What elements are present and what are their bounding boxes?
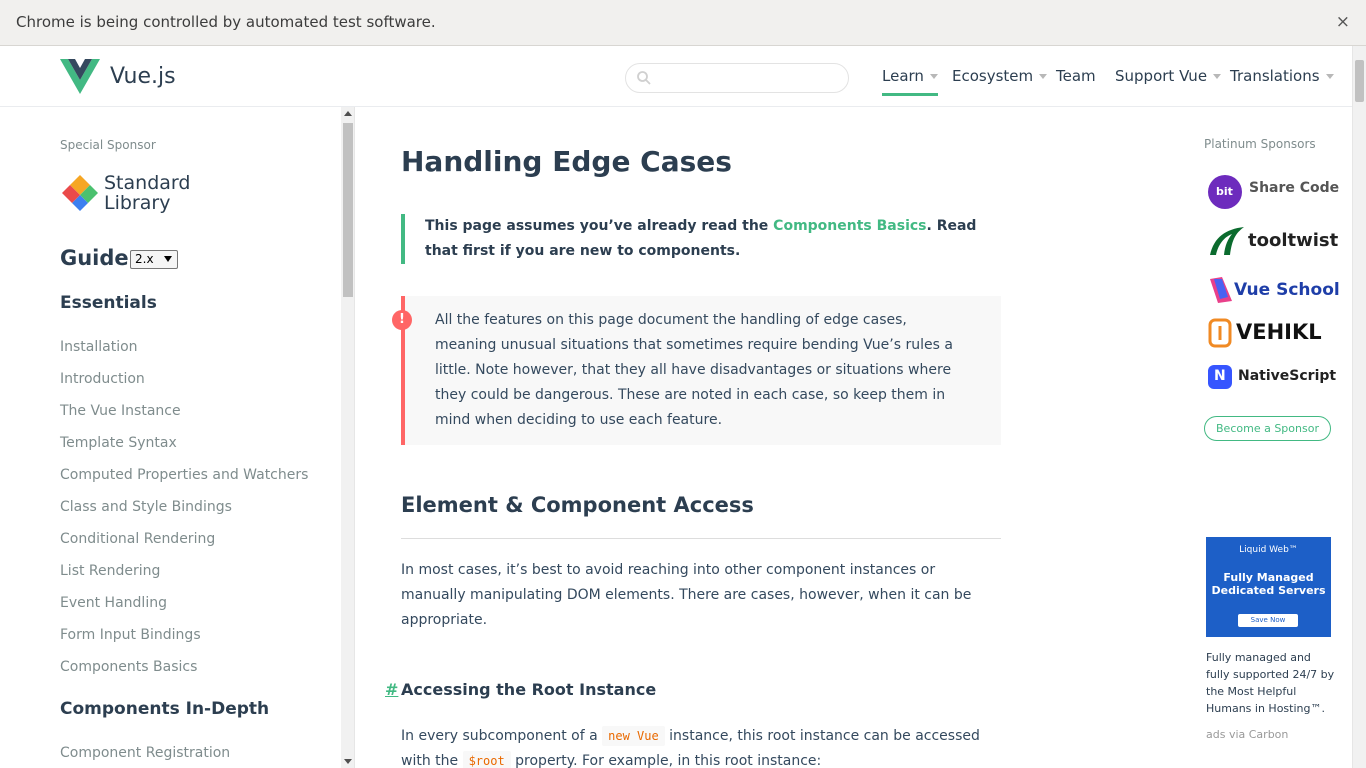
chevron-down-icon bbox=[1213, 74, 1222, 79]
platinum-sponsors-label: Platinum Sponsors bbox=[1204, 137, 1316, 151]
sidebar-item-list-rendering[interactable]: List Rendering bbox=[60, 563, 160, 579]
site-header: Vue.js Learn Ecosystem Team Support Vue … bbox=[0, 46, 1352, 107]
section-components-in-depth: Components In-Depth bbox=[60, 699, 270, 719]
sponsors-column: Platinum Sponsors bit Share Code tooltwi… bbox=[1180, 107, 1350, 768]
sub-para-text1: In every subcomponent of a bbox=[401, 728, 603, 744]
sponsor-nativescript-name: NativeScript bbox=[1238, 368, 1337, 384]
sponsor-bit-name: Share Code bbox=[1249, 180, 1340, 196]
scroll-up-icon[interactable] bbox=[344, 111, 352, 116]
sidebar-item-class-style[interactable]: Class and Style Bindings bbox=[60, 499, 232, 515]
nav-learn[interactable]: Learn bbox=[882, 67, 938, 96]
sidebar-item-conditional[interactable]: Conditional Rendering bbox=[60, 531, 215, 547]
tip-text: This page assumes you’ve already read th… bbox=[425, 214, 1001, 264]
close-icon[interactable]: × bbox=[1336, 12, 1350, 32]
sponsor-vueschool-name: Vue School bbox=[1234, 280, 1340, 300]
sub-para-text3: property. For example, in this root inst… bbox=[510, 753, 822, 768]
vueschool-logo-icon bbox=[1210, 277, 1232, 303]
guide-title: Guide bbox=[60, 246, 129, 270]
sidebar-item-template-syntax[interactable]: Template Syntax bbox=[60, 435, 177, 451]
nav-team-label: Team bbox=[1056, 67, 1096, 85]
sidebar-item-form-input[interactable]: Form Input Bindings bbox=[60, 627, 201, 643]
nav-support-label: Support Vue bbox=[1115, 67, 1208, 85]
nav-learn-label: Learn bbox=[882, 67, 924, 85]
sidebar-item-computed[interactable]: Computed Properties and Watchers bbox=[60, 467, 308, 483]
sidebar-item-event-handling[interactable]: Event Handling bbox=[60, 595, 167, 611]
tooltwist-logo-icon bbox=[1210, 227, 1244, 255]
ad-description[interactable]: Fully managed and fully supported 24/7 b… bbox=[1206, 649, 1336, 717]
version-select[interactable]: 2.x bbox=[130, 250, 178, 269]
nav-translations-label: Translations bbox=[1230, 67, 1320, 85]
section-essentials: Essentials bbox=[60, 293, 157, 313]
subsection-title: Accessing the Root Instance bbox=[401, 680, 657, 699]
carbon-ad[interactable]: Liquid Web™ Fully Managed Dedicated Serv… bbox=[1206, 537, 1331, 637]
subsection-paragraph: In every subcomponent of a new Vue insta… bbox=[401, 724, 1001, 768]
section-paragraph: In most cases, it’s best to avoid reachi… bbox=[401, 562, 972, 628]
standard-library-name[interactable]: Standard Library bbox=[104, 173, 190, 213]
anchor-link[interactable]: # bbox=[385, 680, 398, 699]
warning-icon: ! bbox=[392, 310, 412, 330]
automation-infobar: Chrome is being controlled by automated … bbox=[0, 0, 1366, 46]
code-new-vue: new Vue bbox=[602, 726, 665, 746]
sidebar-scrollbar-thumb[interactable] bbox=[343, 123, 353, 297]
page-scrollbar[interactable] bbox=[1352, 46, 1366, 768]
ad-brand: Liquid Web™ bbox=[1239, 545, 1298, 555]
nav-team[interactable]: Team bbox=[1056, 67, 1096, 85]
nav-ecosystem[interactable]: Ecosystem bbox=[952, 67, 1048, 85]
sidebar-item-component-registration[interactable]: Component Registration bbox=[60, 745, 230, 761]
tip-box: This page assumes you’ve already read th… bbox=[401, 214, 1001, 264]
vue-logo-icon[interactable] bbox=[60, 59, 100, 95]
bit-icon-text: bit bbox=[1216, 185, 1233, 198]
sidebar-scrollbar[interactable] bbox=[341, 107, 355, 768]
tip-before: This page assumes you’ve already read th… bbox=[425, 218, 774, 234]
ad-headline-line2: Dedicated Servers bbox=[1211, 584, 1326, 597]
search-input[interactable] bbox=[658, 67, 838, 89]
chevron-down-icon bbox=[1325, 74, 1334, 79]
subsection-heading: # Accessing the Root Instance bbox=[385, 680, 657, 699]
components-basics-link[interactable]: Components Basics bbox=[773, 218, 926, 234]
version-value: 2.x bbox=[135, 252, 154, 266]
sidebar-item-components-basics[interactable]: Components Basics bbox=[60, 659, 197, 675]
vehikl-logo-icon bbox=[1208, 318, 1232, 348]
scroll-down-icon[interactable] bbox=[344, 759, 352, 764]
chevron-down-icon bbox=[164, 256, 172, 262]
sidebar-item-installation[interactable]: Installation bbox=[60, 339, 138, 355]
page-scrollbar-thumb[interactable] bbox=[1355, 60, 1364, 102]
warning-text: All the features on this page document t… bbox=[435, 312, 953, 428]
search-icon bbox=[637, 71, 651, 85]
sidebar: Special Sponsor Standard Library Guide 2… bbox=[0, 107, 341, 768]
sidebar-item-vue-instance[interactable]: The Vue Instance bbox=[60, 403, 181, 419]
nav-ecosystem-label: Ecosystem bbox=[952, 67, 1034, 85]
special-sponsor-label: Special Sponsor bbox=[60, 138, 156, 152]
code-root: $root bbox=[462, 751, 511, 768]
warning-box: ! All the features on this page document… bbox=[392, 296, 1001, 445]
become-sponsor-button[interactable]: Become a Sponsor bbox=[1204, 416, 1331, 441]
brand-name[interactable]: Vue.js bbox=[110, 64, 176, 89]
ad-headline-line1: Fully Managed bbox=[1223, 571, 1314, 584]
sidebar-item-introduction[interactable]: Introduction bbox=[60, 371, 145, 387]
sponsor-vehikl-name: VEHIKL bbox=[1236, 320, 1322, 344]
section-heading: Element & Component Access bbox=[401, 493, 1001, 539]
chevron-down-icon bbox=[929, 74, 938, 79]
page-title: Handling Edge Cases bbox=[401, 145, 732, 178]
infobar-message: Chrome is being controlled by automated … bbox=[16, 13, 436, 31]
main-content: Handling Edge Cases This page assumes yo… bbox=[356, 107, 1176, 768]
nav-support-vue[interactable]: Support Vue bbox=[1115, 67, 1222, 85]
nav-translations[interactable]: Translations bbox=[1230, 67, 1334, 85]
chevron-down-icon bbox=[1039, 74, 1048, 79]
sponsor-name-line2: Library bbox=[104, 192, 171, 214]
sponsor-tooltwist-name: tooltwist bbox=[1248, 230, 1339, 251]
ad-cta-button[interactable]: Save Now bbox=[1238, 614, 1298, 627]
ad-headline: Fully Managed Dedicated Servers bbox=[1206, 571, 1331, 597]
ads-via-carbon-link[interactable]: ads via Carbon bbox=[1206, 728, 1288, 741]
search-box[interactable] bbox=[625, 63, 849, 93]
sponsor-name-line1: Standard bbox=[104, 172, 191, 194]
standard-library-logo-icon[interactable] bbox=[60, 173, 100, 213]
nativescript-icon-text: N bbox=[1214, 368, 1226, 384]
